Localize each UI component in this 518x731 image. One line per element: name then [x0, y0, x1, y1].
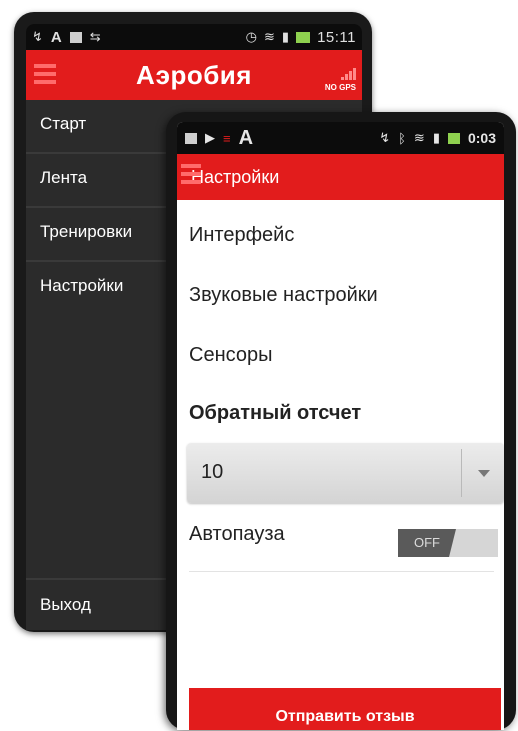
screen-title: Настройки	[191, 166, 280, 187]
font-icon: A	[50, 28, 62, 46]
signal-icon: ↯	[32, 29, 43, 44]
gps-status: NO GPS	[324, 83, 356, 92]
play-icon: ▶	[205, 130, 215, 145]
settings-item-sensors[interactable]: Сенсоры	[189, 325, 504, 385]
toggle-state: OFF	[398, 529, 456, 557]
checkbox-icon	[185, 132, 197, 144]
bluetooth-icon: ᛒ	[398, 130, 406, 146]
autopause-row: Автопауза OFF	[189, 509, 498, 572]
usb-icon: ⇆	[89, 29, 101, 44]
alarm-icon: ◷	[245, 29, 257, 44]
gps-signal-icon	[340, 62, 356, 80]
cell-signal-icon: ▮	[432, 130, 440, 145]
cell-signal-icon: ▮	[281, 29, 290, 44]
status-bar: ▶ ≡ A ↯ ᛒ ≋ ▮ 0:03	[177, 122, 504, 154]
settings-item-interface[interactable]: Интерфейс	[189, 205, 504, 265]
image-icon	[69, 31, 82, 43]
equalizer-icon: ≡	[223, 130, 231, 146]
wifi-icon: ≋	[413, 130, 425, 145]
settings-list: Интерфейс Звуковые настройки Сенсоры Обр…	[177, 205, 504, 572]
app-bar: Аэробия NO GPS	[26, 50, 362, 100]
menu-icon[interactable]	[34, 64, 56, 88]
front-phone: ▶ ≡ A ↯ ᛒ ≋ ▮ 0:03 Настройки Интерфейс З…	[166, 112, 516, 730]
battery-icon	[447, 132, 460, 144]
status-bar: ↯ A ⇆ ◷ ≋ ▮ 15:11	[26, 24, 362, 50]
status-time: 15:11	[317, 28, 356, 46]
wifi-icon: ≋	[264, 29, 275, 44]
chevron-down-icon	[478, 470, 490, 477]
signal-icon: ↯	[379, 130, 391, 145]
font-icon: A	[238, 126, 254, 149]
countdown-select[interactable]: 10	[187, 443, 504, 503]
battery-icon	[296, 31, 311, 43]
app-title: Аэробия	[136, 59, 252, 90]
settings-item-sound[interactable]: Звуковые настройки	[189, 265, 504, 325]
countdown-value: 10	[201, 461, 224, 483]
menu-icon[interactable]	[181, 164, 201, 188]
status-time: 0:03	[467, 130, 496, 146]
divider	[461, 449, 462, 497]
autopause-toggle[interactable]: OFF	[398, 529, 498, 557]
autopause-label: Автопауза	[189, 523, 285, 545]
send-feedback-button[interactable]: Отправить отзыв	[189, 688, 501, 730]
settings-screen: ▶ ≡ A ↯ ᛒ ≋ ▮ 0:03 Настройки Интерфейс З…	[177, 122, 504, 730]
countdown-title: Обратный отсчет	[189, 402, 362, 424]
app-bar: Настройки	[177, 154, 504, 200]
